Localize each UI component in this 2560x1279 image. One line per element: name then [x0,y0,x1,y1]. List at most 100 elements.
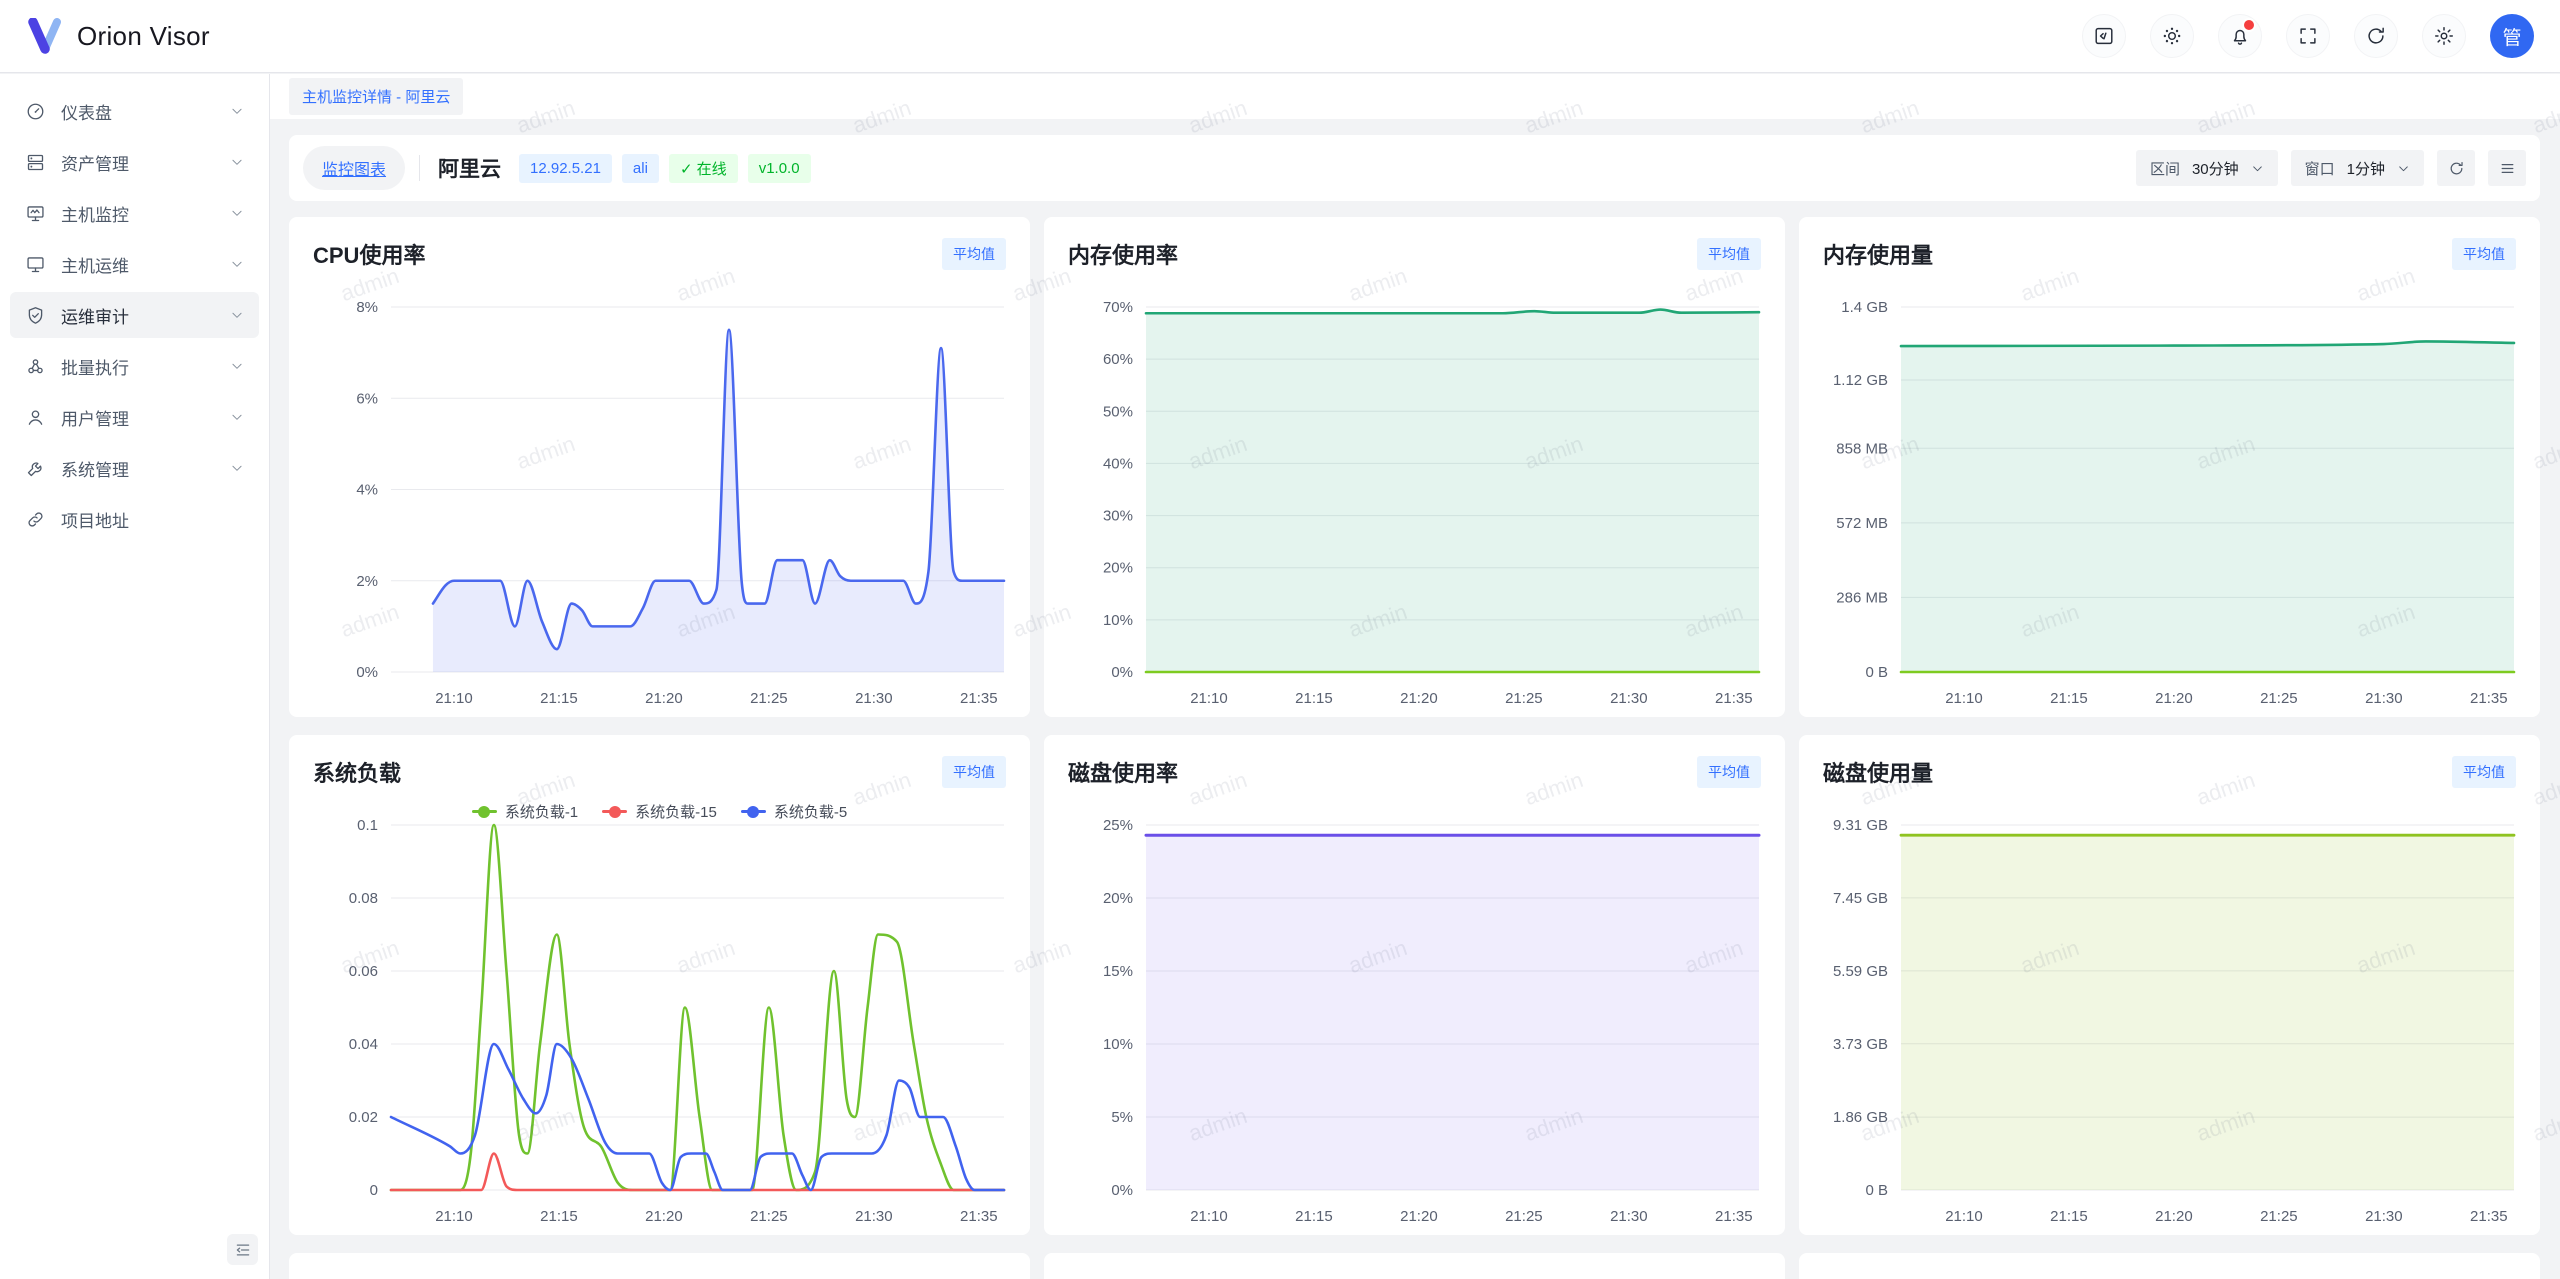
legend-item[interactable]: 系统负载-1 [472,801,578,822]
disk-amount-card: 磁盘使用量 平均值 0 B1.86 GB3.73 GB5.59 GB7.45 G… [1799,735,2540,1235]
system-load-chart: 00.020.040.060.080.121:1021:1521:2021:25… [289,799,1030,1235]
app-header: Orion Visor 管 [0,0,2560,73]
svg-text:21:30: 21:30 [2365,690,2403,707]
chart-title: CPU使用率 [313,238,425,270]
menu-fold-icon [234,1241,252,1259]
page-scroll-area: 监控图表 阿里云 12.92.5.21ali✓ 在线v1.0.0 区间 30分钟… [270,119,2560,1279]
avg-badge[interactable]: 平均值 [2452,238,2516,270]
svg-text:0 B: 0 B [1865,664,1888,681]
svg-text:0%: 0% [356,664,378,681]
sidebar-item-assets[interactable]: 资产管理 [10,139,259,185]
chart-title: 内存使用量 [1823,238,1933,270]
settings-button[interactable] [2422,14,2466,58]
svg-text:21:20: 21:20 [645,690,683,707]
notification-dot [2242,18,2256,32]
sidebar-item-label: 批量执行 [61,354,230,379]
svg-text:70%: 70% [1103,299,1133,316]
sidebar-item-user-mgmt[interactable]: 用户管理 [10,394,259,440]
svg-text:21:30: 21:30 [855,1208,893,1225]
sidebar-item-ops-audit[interactable]: 运维审计 [10,292,259,338]
svg-text:0: 0 [370,1182,378,1199]
sidebar-item-label: 运维审计 [61,303,230,328]
svg-text:21:25: 21:25 [2260,1208,2298,1225]
fullscreen-icon [2297,25,2319,47]
breadcrumb-tab[interactable]: 主机监控详情 - 阿里云 [289,78,463,115]
brand-name: Orion Visor [77,21,210,52]
fullscreen-button[interactable] [2286,14,2330,58]
charts-refresh-button[interactable] [2437,150,2475,186]
chart-card-stub [289,1253,1030,1279]
legend-label: 系统负载-15 [635,801,717,822]
tab-monitor-charts[interactable]: 监控图表 [303,146,405,190]
legend-marker [602,810,627,813]
notifications-button[interactable] [2218,14,2262,58]
host-toolbar: 监控图表 阿里云 12.92.5.21ali✓ 在线v1.0.0 区间 30分钟… [289,135,2540,201]
avg-badge[interactable]: 平均值 [942,238,1006,270]
svg-text:5%: 5% [1111,1109,1133,1126]
cpu-usage-card: CPU使用率 平均值 0%2%4%6%8%21:1021:1521:2021:2… [289,217,1030,717]
wrench-icon [25,458,46,479]
breadcrumb: 主机监控详情 - 阿里云 [270,74,2560,119]
chart-card-stub [1044,1253,1785,1279]
sidebar-item-host-ops[interactable]: 主机运维 [10,241,259,287]
legend-item[interactable]: 系统负载-15 [602,801,717,822]
svg-text:21:25: 21:25 [750,690,788,707]
header-actions: 管 [2082,14,2534,58]
svg-text:21:10: 21:10 [1190,1208,1228,1225]
svg-text:7.45 GB: 7.45 GB [1833,890,1888,907]
svg-text:21:35: 21:35 [1715,690,1753,707]
svg-text:21:15: 21:15 [2050,690,2088,707]
svg-text:4%: 4% [356,482,378,499]
avg-badge[interactable]: 平均值 [2452,756,2516,788]
sidebar-item-label: 用户管理 [61,405,230,430]
window-select[interactable]: 窗口 1分钟 [2291,150,2424,186]
legend-item[interactable]: 系统负载-5 [741,801,847,822]
sidebar-item-batch-exec[interactable]: 批量执行 [10,343,259,389]
avatar[interactable]: 管 [2490,14,2534,58]
sidebar-collapse-button[interactable] [227,1234,258,1265]
sidebar-item-label: 主机监控 [61,201,230,226]
memory-amount-card: 内存使用量 平均值 0 B286 MB572 MB858 MB1.12 GB1.… [1799,217,2540,717]
host-tags: 12.92.5.21ali✓ 在线v1.0.0 [519,154,811,183]
svg-text:21:25: 21:25 [750,1208,788,1225]
chevron-down-icon [230,257,244,271]
sidebar-item-project-link[interactable]: 项目地址 [10,496,259,542]
svg-text:21:20: 21:20 [1400,1208,1438,1225]
chart-list-button[interactable] [2488,150,2526,186]
svg-text:0.02: 0.02 [349,1109,378,1126]
host-tag: 12.92.5.21 [519,154,612,183]
monitor-icon [25,254,46,275]
chart-title: 内存使用率 [1068,238,1178,270]
svg-text:9.31 GB: 9.31 GB [1833,817,1888,834]
svg-text:1.12 GB: 1.12 GB [1833,372,1888,389]
sidebar-item-host-monitor[interactable]: 主机监控 [10,190,259,236]
svg-text:21:35: 21:35 [1715,1208,1753,1225]
range-select[interactable]: 区间 30分钟 [2136,150,2278,186]
svg-text:40%: 40% [1103,455,1133,472]
divider [419,155,420,181]
shield-check-icon [25,305,46,326]
code-button[interactable] [2082,14,2126,58]
svg-text:858 MB: 858 MB [1836,440,1888,457]
avg-badge[interactable]: 平均值 [942,756,1006,788]
sidebar-item-system-mgmt[interactable]: 系统管理 [10,445,259,491]
svg-text:50%: 50% [1103,403,1133,420]
refresh-button[interactable] [2354,14,2398,58]
avg-badge[interactable]: 平均值 [1697,756,1761,788]
host-name: 阿里云 [438,153,501,183]
host-tag: v1.0.0 [748,154,811,183]
svg-text:21:25: 21:25 [1505,1208,1543,1225]
svg-text:21:10: 21:10 [1945,1208,1983,1225]
chevron-down-icon [2251,162,2264,175]
svg-text:286 MB: 286 MB [1836,589,1888,606]
sidebar-item-dashboard[interactable]: 仪表盘 [10,88,259,134]
svg-text:3.73 GB: 3.73 GB [1833,1036,1888,1053]
monitor-pulse-icon [25,203,46,224]
gear-icon [2433,25,2455,47]
theme-button[interactable] [2150,14,2194,58]
svg-text:0.06: 0.06 [349,963,378,980]
svg-text:0%: 0% [1111,1182,1133,1199]
avg-badge[interactable]: 平均值 [1697,238,1761,270]
app-logo [26,18,64,54]
svg-text:60%: 60% [1103,351,1133,368]
